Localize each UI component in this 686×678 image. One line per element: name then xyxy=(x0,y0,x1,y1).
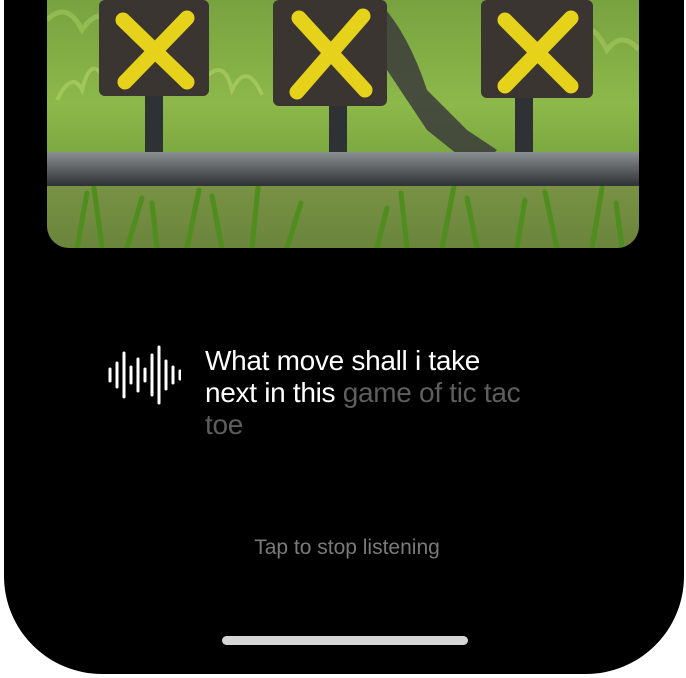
board-rail xyxy=(47,152,639,186)
audio-waveform-icon xyxy=(108,345,181,405)
phone-screen: What move shall i take next in this game… xyxy=(4,0,684,674)
camera-scene xyxy=(47,0,639,248)
voice-transcript: What move shall i take next in this game… xyxy=(205,345,525,441)
board-tile-1 xyxy=(99,0,209,96)
stop-listening-button[interactable]: Tap to stop listening xyxy=(204,536,490,560)
board-tile-3 xyxy=(481,0,593,98)
board-tile-2 xyxy=(273,0,387,106)
home-indicator[interactable] xyxy=(222,636,468,645)
camera-preview xyxy=(47,0,639,248)
